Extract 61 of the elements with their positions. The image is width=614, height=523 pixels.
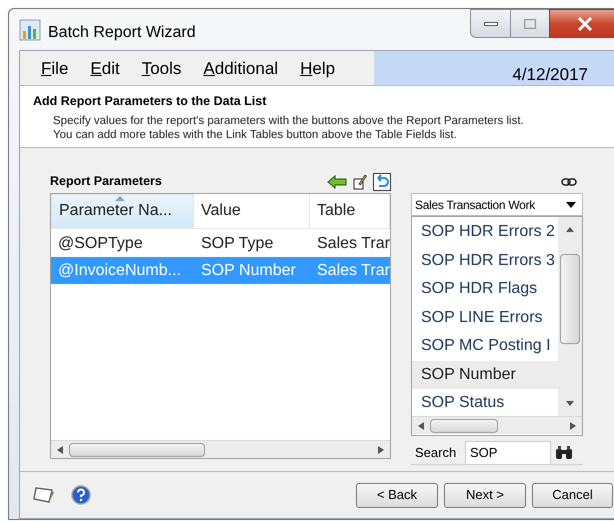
table-cell-text: SOP Type [200,234,274,254]
list-item[interactable]: SOP Number [412,360,558,389]
left-arrow-icon[interactable] [418,422,424,430]
minimize-icon [484,22,498,26]
list-item[interactable]: SOP MC Posting I [412,332,558,360]
header-title: Add Report Parameters to the Data List [33,93,268,110]
list-item[interactable]: SOP HDR Errors 3 [412,246,558,275]
search-field[interactable]: SOP [465,440,551,464]
menu-item[interactable]: Help [300,56,336,81]
table-dropdown[interactable]: Sales Transaction Work [411,193,583,216]
down-arrow-icon[interactable] [566,401,574,406]
menu-item[interactable]: Tools [142,56,182,81]
table-cell-text: SOP Number [200,260,297,280]
table-cell-text: Sales Trar [316,234,390,254]
maximize-icon [524,18,536,28]
note-icon[interactable] [32,486,56,504]
list-item[interactable]: SOP HDR Errors 2 [412,218,558,246]
help-icon[interactable] [71,485,91,505]
horizontal-scrollbar[interactable] [412,416,582,434]
column-header[interactable]: Table [310,194,390,228]
section-title: Report Parameters [50,173,162,190]
list-item[interactable]: SOP Status [412,389,558,416]
horizontal-scrollbar[interactable] [51,440,390,458]
wizard-button[interactable]: Next > [444,482,526,508]
window-title: Batch Report Wizard [48,23,196,43]
menu-item[interactable]: Edit [90,56,120,81]
undo-icon[interactable] [373,173,391,191]
close-button[interactable] [549,9,614,38]
left-arrow-icon[interactable] [327,175,347,189]
left-arrow-icon[interactable] [57,446,63,454]
menu-item[interactable]: Additional [203,56,278,81]
up-arrow-icon[interactable] [566,227,574,232]
scrollbar-thumb[interactable] [69,442,205,456]
instruction-text: Specify values for the report's parameters with the buttons above the Report Parameters list. [53,114,525,128]
menu-item[interactable]: File [41,56,68,81]
search-label: Search [414,444,458,462]
scrollbar-thumb[interactable] [560,254,580,344]
list-item[interactable]: SOP HDR Flags [412,275,558,304]
table-row[interactable]: @SOPType SOP Type Sales Trar [51,230,390,257]
scrollbar-thumb[interactable] [430,418,498,432]
wizard-button[interactable]: Cancel [532,482,613,508]
column-header[interactable]: Value [194,194,310,228]
binoculars-icon[interactable] [555,446,573,460]
right-arrow-icon[interactable] [570,422,576,430]
table-cell-text: @InvoiceNumb... [57,260,182,280]
minimize-button[interactable] [470,9,511,38]
date-text: 4/12/2017 [512,64,588,86]
table-cell-text: @SOPType [57,234,144,254]
chart-app-icon [19,19,41,41]
list-item[interactable]: SOP LINE Errors [412,304,558,332]
table-cell-text: Sales Trar [316,260,390,280]
column-header[interactable]: Parameter Na... [51,194,194,228]
chain-link-icon[interactable] [561,178,577,186]
dropdown-caret-icon [566,202,576,208]
sort-caret-icon [115,196,125,201]
vertical-scrollbar[interactable] [558,217,582,416]
instruction-text: You can add more tables with the Link Tables button above the Table Fields list. [53,128,458,142]
pencil-icon[interactable] [353,174,367,190]
close-icon [577,16,593,30]
right-arrow-icon[interactable] [378,446,384,454]
wizard-button[interactable]: < Back [356,482,438,508]
